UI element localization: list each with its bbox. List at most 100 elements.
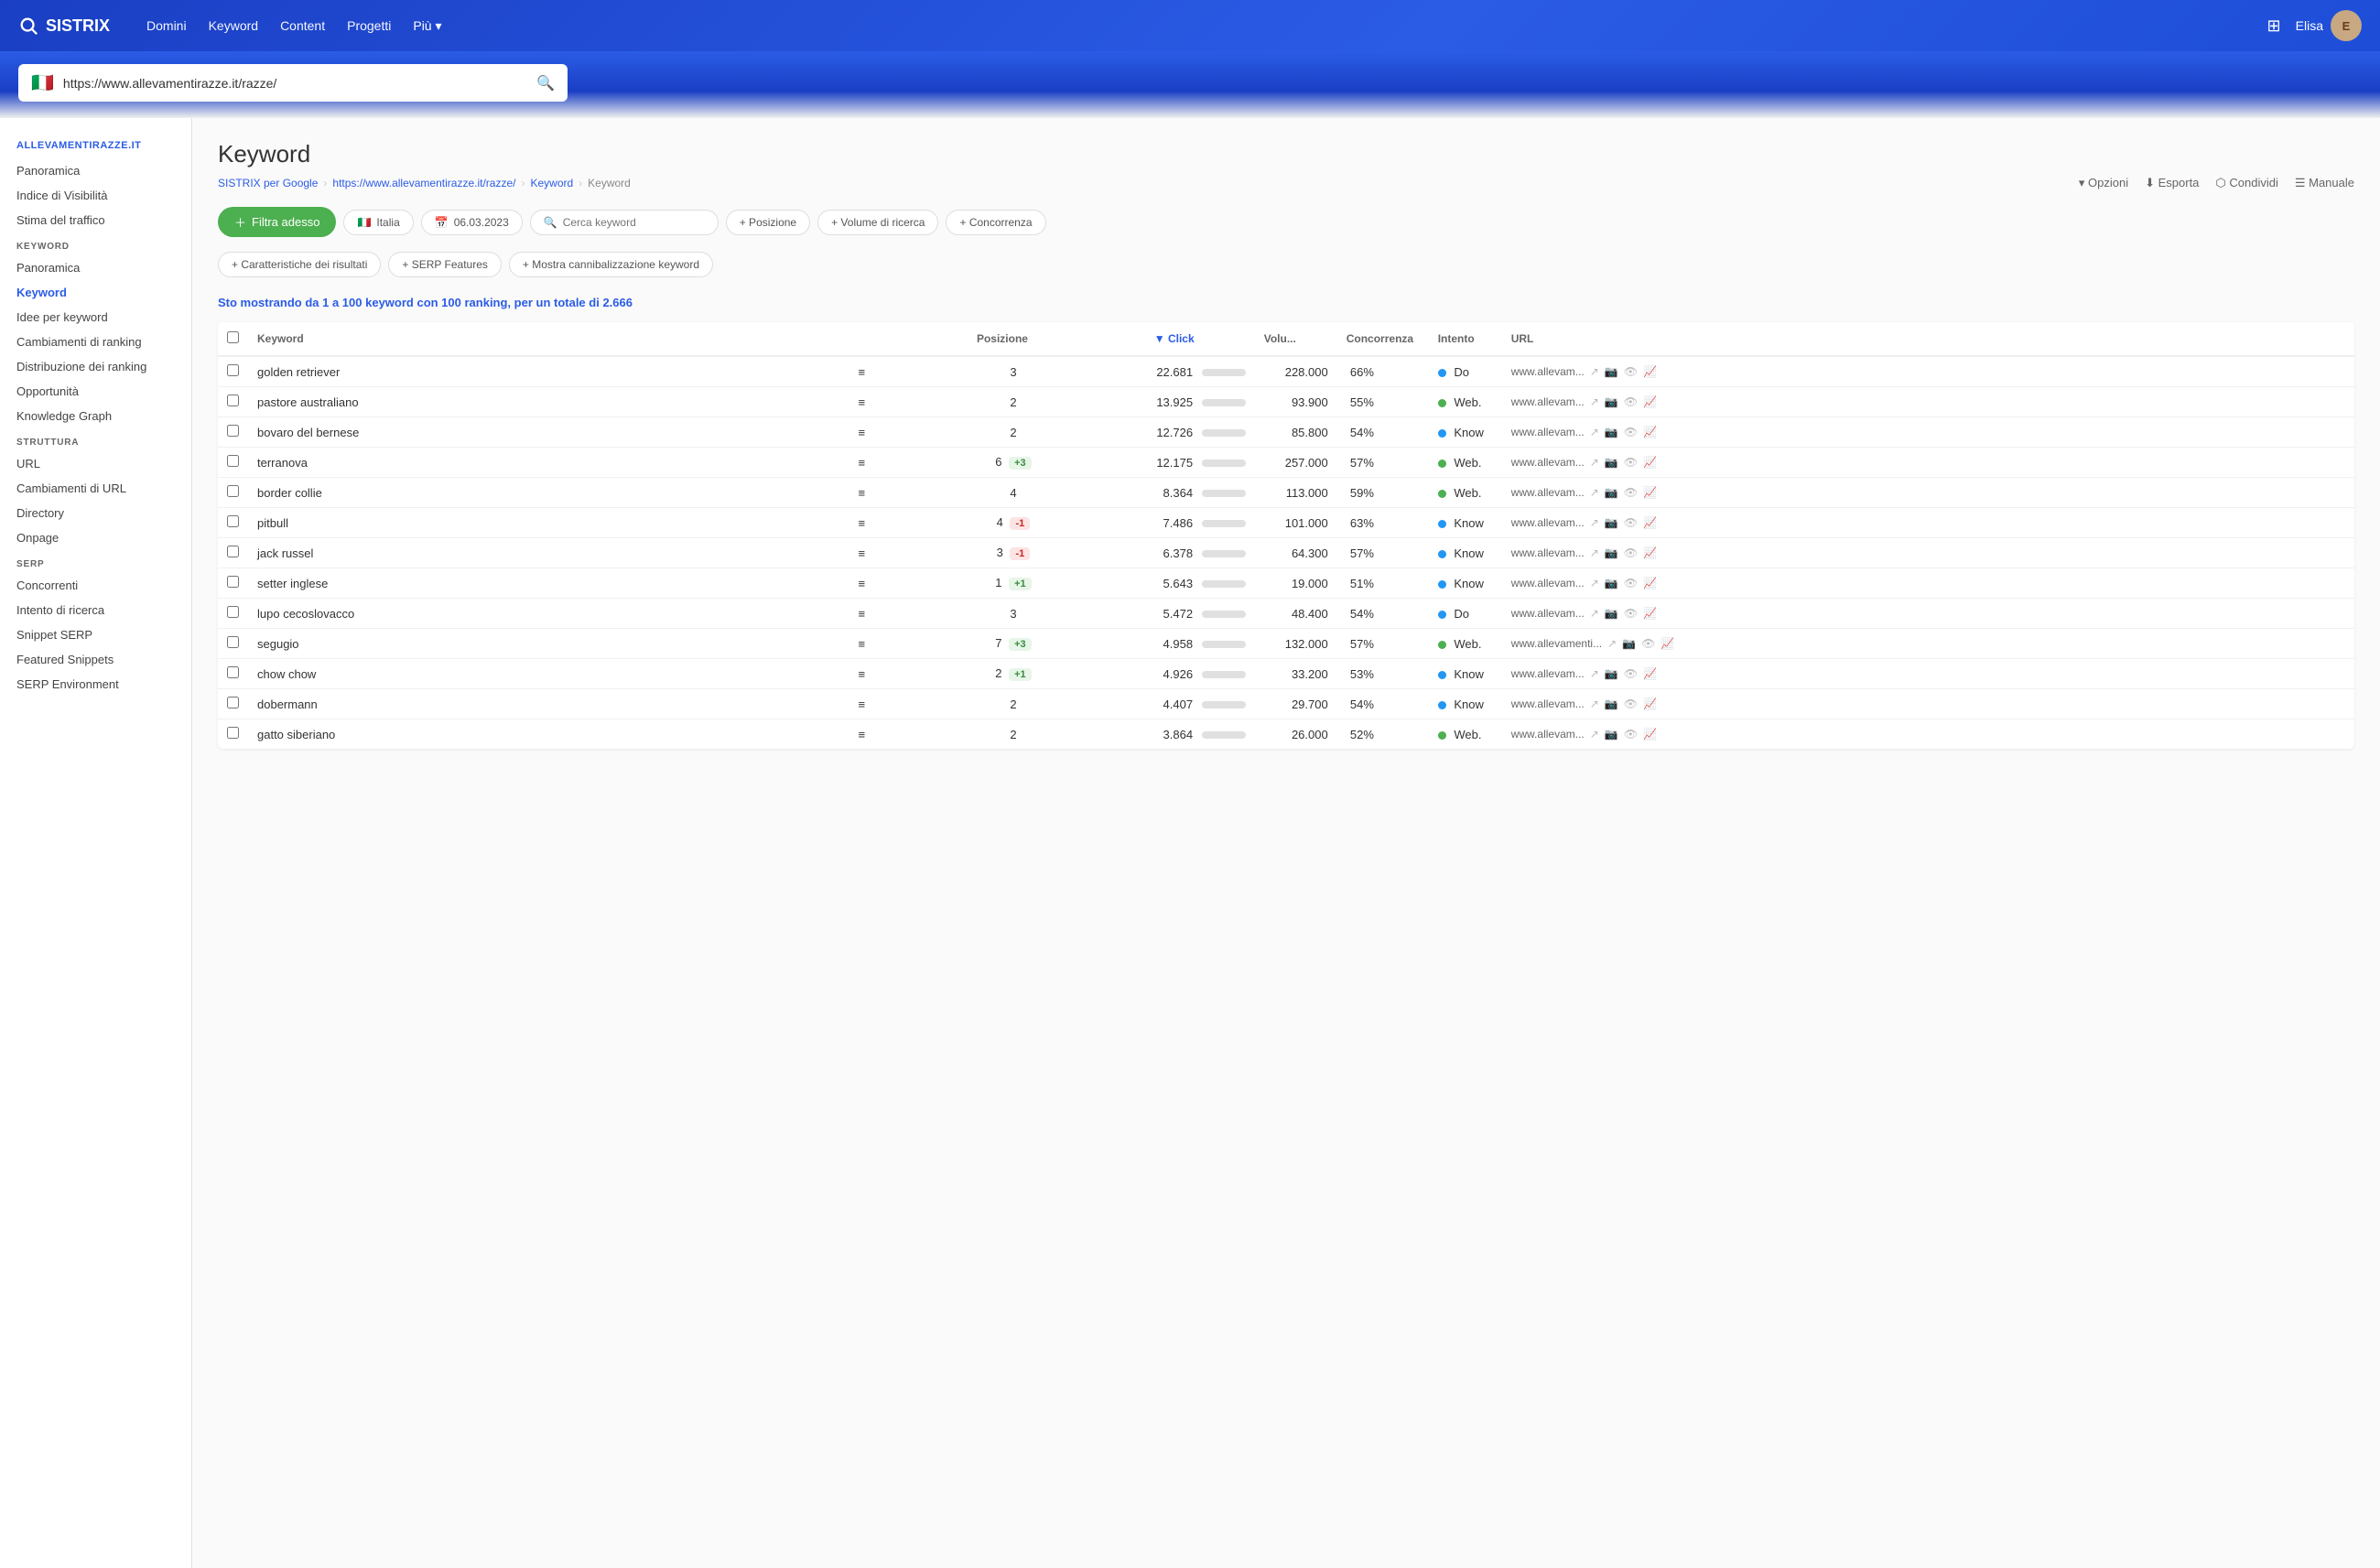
sidebar-item-kw-idee[interactable]: Idee per keyword [0, 305, 191, 330]
row-checkbox[interactable] [227, 727, 239, 739]
sidebar-item-kw-panoramica[interactable]: Panoramica [0, 255, 191, 280]
nav-domini[interactable]: Domini [146, 18, 187, 34]
camera-icon[interactable]: 📷 [1605, 728, 1618, 741]
caratteristiche-button[interactable]: + Caratteristiche dei risultati [218, 252, 381, 277]
chart-icon[interactable]: 📈 [1643, 486, 1657, 499]
url-input[interactable] [63, 76, 527, 91]
sidebar-item-snippet[interactable]: Snippet SERP [0, 622, 191, 647]
sidebar-item-panoramica[interactable]: Panoramica [0, 158, 191, 183]
eye-icon[interactable]: 👁 [1641, 637, 1655, 650]
th-volume[interactable]: Volu... [1255, 322, 1337, 356]
row-checkbox[interactable] [227, 606, 239, 618]
camera-icon[interactable]: 📷 [1605, 486, 1618, 499]
external-link-icon[interactable]: ↗ [1590, 728, 1599, 741]
sidebar-item-environment[interactable]: SERP Environment [0, 672, 191, 697]
camera-icon[interactable]: 📷 [1605, 667, 1618, 680]
list-icon-cell[interactable]: ≡ [849, 568, 968, 599]
row-checkbox[interactable] [227, 485, 239, 497]
action-condividi[interactable]: ⬡ Condividi [2215, 176, 2277, 190]
nav-progetti[interactable]: Progetti [347, 18, 391, 34]
chart-icon[interactable]: 📈 [1643, 456, 1657, 469]
eye-icon[interactable]: 👁 [1624, 728, 1638, 741]
camera-icon[interactable]: 📷 [1605, 395, 1618, 408]
breadcrumb-url[interactable]: https://www.allevamentirazze.it/razze/ [332, 177, 515, 189]
list-icon-cell[interactable]: ≡ [849, 689, 968, 719]
external-link-icon[interactable]: ↗ [1590, 395, 1599, 408]
sidebar-item-kw-distribuzione[interactable]: Distribuzione dei ranking [0, 354, 191, 379]
sidebar-item-url[interactable]: URL [0, 451, 191, 476]
search-icon[interactable]: 🔍 [536, 74, 555, 92]
chart-icon[interactable]: 📈 [1643, 667, 1657, 680]
action-manuale[interactable]: ☰ Manuale [2295, 176, 2354, 190]
external-link-icon[interactable]: ↗ [1590, 607, 1599, 620]
camera-icon[interactable]: 📷 [1605, 456, 1618, 469]
camera-icon[interactable]: 📷 [1605, 546, 1618, 559]
row-checkbox[interactable] [227, 666, 239, 678]
chart-icon[interactable]: 📈 [1643, 728, 1657, 741]
chart-icon[interactable]: 📈 [1643, 426, 1657, 438]
action-esporta[interactable]: ⬇ Esporta [2145, 176, 2199, 190]
camera-icon[interactable]: 📷 [1622, 637, 1636, 650]
row-checkbox[interactable] [227, 425, 239, 437]
sidebar-item-kw-keyword[interactable]: Keyword [0, 280, 191, 305]
volume-button[interactable]: + Volume di ricerca [817, 210, 938, 235]
eye-icon[interactable]: 👁 [1624, 667, 1638, 680]
camera-icon[interactable]: 📷 [1605, 697, 1618, 710]
eye-icon[interactable]: 👁 [1624, 456, 1638, 469]
row-checkbox[interactable] [227, 455, 239, 467]
list-icon-cell[interactable]: ≡ [849, 629, 968, 659]
list-icon-cell[interactable]: ≡ [849, 478, 968, 508]
list-icon-cell[interactable]: ≡ [849, 659, 968, 689]
list-icon-cell[interactable]: ≡ [849, 508, 968, 538]
camera-icon[interactable]: 📷 [1605, 365, 1618, 378]
user-menu[interactable]: Elisa E [2296, 10, 2362, 41]
camera-icon[interactable]: 📷 [1605, 607, 1618, 620]
eye-icon[interactable]: 👁 [1624, 426, 1638, 438]
list-icon-cell[interactable]: ≡ [849, 599, 968, 629]
serp-features-button[interactable]: + SERP Features [388, 252, 502, 277]
th-concorrenza[interactable]: Concorrenza [1337, 322, 1429, 356]
list-icon-cell[interactable]: ≡ [849, 387, 968, 417]
action-opzioni[interactable]: ▾ Opzioni [2079, 176, 2128, 190]
nav-keyword[interactable]: Keyword [209, 18, 258, 34]
eye-icon[interactable]: 👁 [1624, 607, 1638, 620]
external-link-icon[interactable]: ↗ [1590, 486, 1599, 499]
list-icon-cell[interactable]: ≡ [849, 538, 968, 568]
eye-icon[interactable]: 👁 [1624, 697, 1638, 710]
select-all-checkbox[interactable] [227, 331, 239, 343]
th-posizione[interactable]: Posizione [968, 322, 1059, 356]
chart-icon[interactable]: 📈 [1643, 395, 1657, 408]
th-intento[interactable]: Intento [1429, 322, 1502, 356]
external-link-icon[interactable]: ↗ [1590, 516, 1599, 529]
sidebar-item-kw-opportunita[interactable]: Opportunità [0, 379, 191, 404]
eye-icon[interactable]: 👁 [1624, 486, 1638, 499]
chart-icon[interactable]: 📈 [1643, 607, 1657, 620]
eye-icon[interactable]: 👁 [1624, 365, 1638, 378]
sidebar-item-concorrenti[interactable]: Concorrenti [0, 573, 191, 598]
chart-icon[interactable]: 📈 [1643, 697, 1657, 710]
keyword-search-input[interactable] [563, 216, 705, 229]
eye-icon[interactable]: 👁 [1624, 546, 1638, 559]
eye-icon[interactable]: 👁 [1624, 395, 1638, 408]
chart-icon[interactable]: 📈 [1643, 546, 1657, 559]
external-link-icon[interactable]: ↗ [1607, 637, 1617, 650]
chart-icon[interactable]: 📈 [1643, 577, 1657, 589]
sidebar-item-cambiamenti-url[interactable]: Cambiamenti di URL [0, 476, 191, 501]
sidebar-item-kw-cambiamenti[interactable]: Cambiamenti di ranking [0, 330, 191, 354]
eye-icon[interactable]: 👁 [1624, 516, 1638, 529]
camera-icon[interactable]: 📷 [1605, 516, 1618, 529]
external-link-icon[interactable]: ↗ [1590, 667, 1599, 680]
nav-content[interactable]: Content [280, 18, 325, 34]
breadcrumb-keyword1[interactable]: Keyword [530, 177, 573, 189]
sidebar-item-intento[interactable]: Intento di ricerca [0, 598, 191, 622]
sidebar-item-kw-knowledge[interactable]: Knowledge Graph [0, 404, 191, 428]
cannibalizzazione-button[interactable]: + Mostra cannibalizzazione keyword [509, 252, 713, 277]
list-icon-cell[interactable]: ≡ [849, 356, 968, 387]
sidebar-item-directory[interactable]: Directory [0, 501, 191, 525]
list-icon-cell[interactable]: ≡ [849, 417, 968, 448]
camera-icon[interactable]: 📷 [1605, 426, 1618, 438]
grid-icon[interactable]: ⊞ [2267, 16, 2281, 36]
th-click[interactable]: ▼ Click [1145, 322, 1255, 356]
camera-icon[interactable]: 📷 [1605, 577, 1618, 589]
italia-button[interactable]: 🇮🇹 Italia [343, 210, 413, 235]
